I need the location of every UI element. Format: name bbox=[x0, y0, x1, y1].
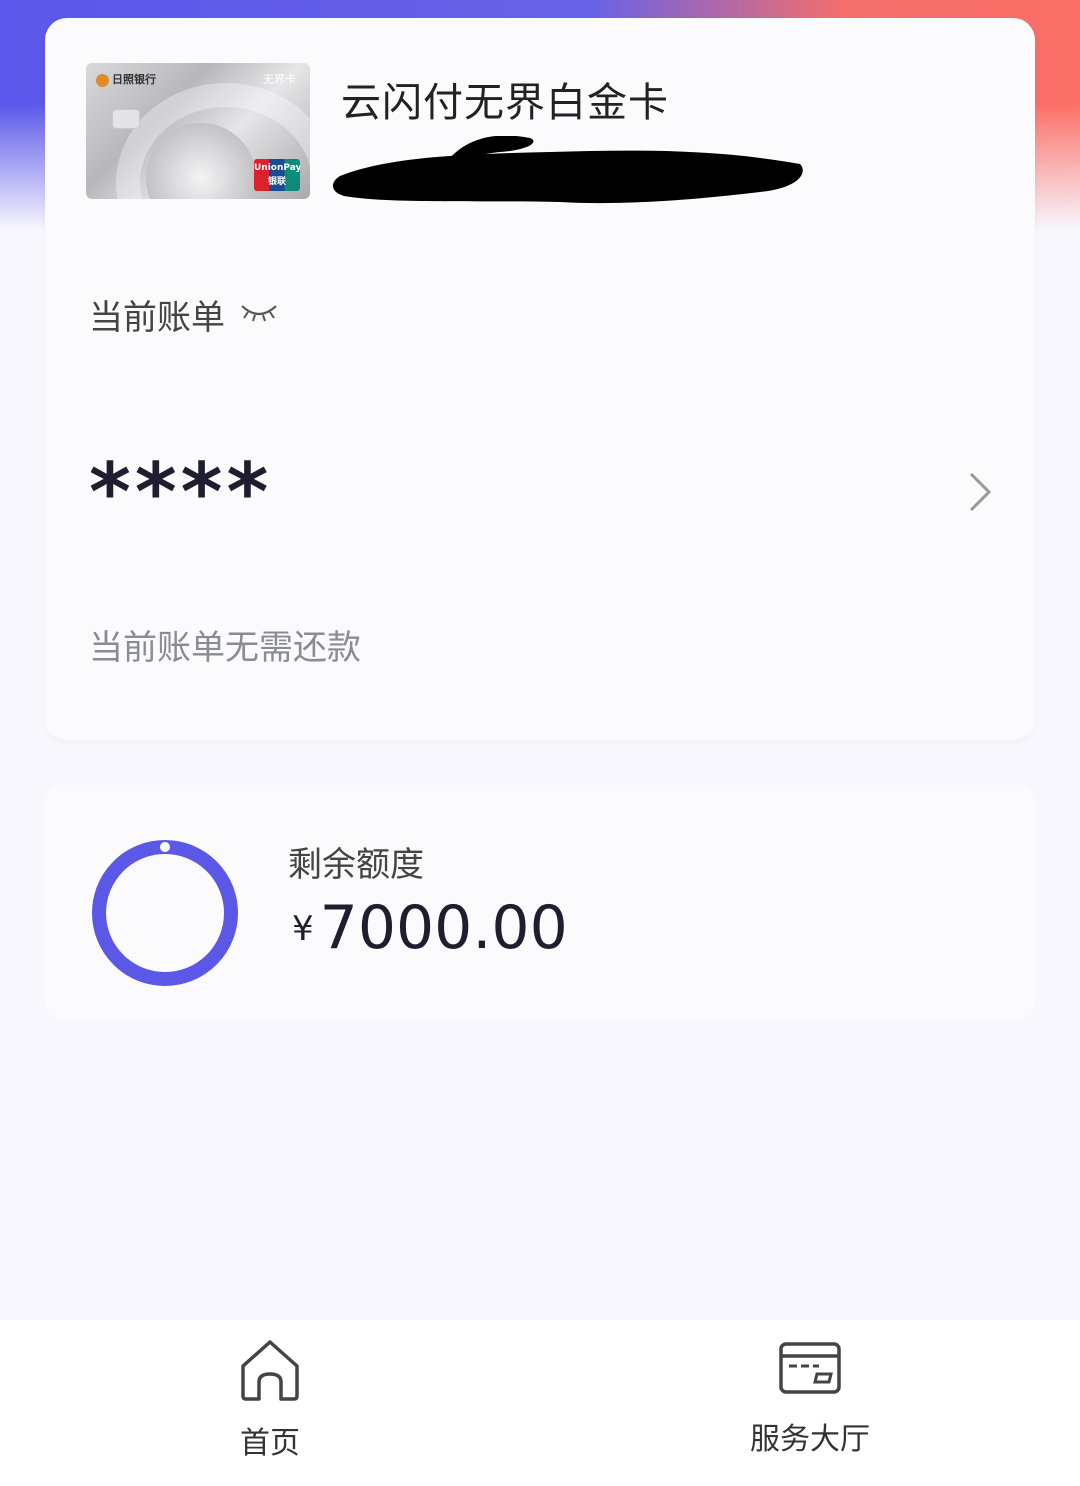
card-title: 云闪付无界白金卡 bbox=[341, 80, 669, 126]
tab-service-hall-label: 服务大厅 bbox=[750, 1422, 870, 1457]
bill-label-text: 当前账单 bbox=[89, 298, 225, 338]
card-summary-panel: 日照银行 无界卡 UnionPay 银联 云闪付无界白金卡 当前账单 **** … bbox=[45, 18, 1035, 740]
tab-service-hall[interactable]: 服务大厅 bbox=[730, 1338, 890, 1458]
redaction-scribble bbox=[332, 136, 803, 204]
service-card-icon bbox=[779, 1342, 841, 1394]
currency-symbol: ¥ bbox=[292, 909, 314, 949]
bill-status-note: 当前账单无需还款 bbox=[89, 628, 361, 668]
bill-label: 当前账单 bbox=[89, 290, 279, 339]
bank-logo-icon bbox=[96, 73, 109, 87]
card-chip-icon bbox=[112, 109, 140, 129]
credit-amount-value: 7000.00 bbox=[319, 893, 568, 963]
home-icon bbox=[241, 1340, 299, 1401]
chevron-right-icon[interactable] bbox=[965, 470, 995, 514]
bill-amount[interactable]: **** bbox=[89, 446, 272, 539]
bottom-tab-bar: 首页 服务大厅 bbox=[0, 1320, 1080, 1486]
eye-closed-icon[interactable] bbox=[239, 295, 279, 335]
unionpay-logo: UnionPay 银联 bbox=[254, 159, 300, 191]
card-image[interactable]: 日照银行 无界卡 UnionPay 银联 bbox=[86, 63, 310, 199]
credit-label: 剩余额度 bbox=[288, 845, 424, 885]
tab-home[interactable]: 首页 bbox=[190, 1338, 350, 1462]
tab-home-label: 首页 bbox=[240, 1426, 300, 1461]
credit-amount: ¥7000.00 bbox=[292, 893, 568, 963]
credit-limit-panel[interactable]: 剩余额度 ¥7000.00 bbox=[45, 785, 1035, 1020]
credit-ring-icon bbox=[92, 840, 238, 986]
card-bank-logo: 日照银行 bbox=[96, 71, 156, 87]
card-product-mark: 无界卡 bbox=[263, 73, 296, 86]
